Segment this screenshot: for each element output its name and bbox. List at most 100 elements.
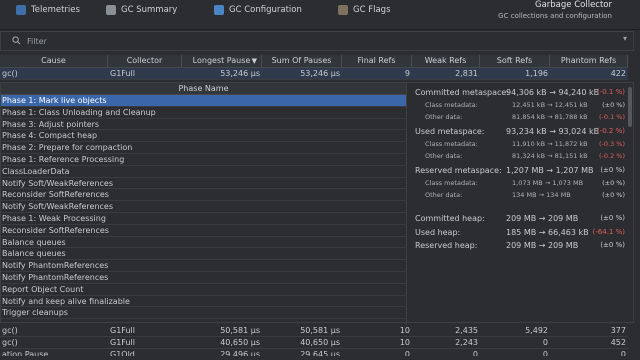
list-item[interactable]: Phase 2: Prepare for compaction [1, 142, 406, 154]
telemetries-icon [16, 5, 26, 15]
cell-cause: gc() [2, 326, 18, 335]
table-row[interactable]: gc() G1Full 53,246 µs 53,246 µs 9 2,831 … [0, 68, 628, 80]
detail-row-used-metaspace: Used metaspace: 93,234 kB → 93,024 kB (-… [411, 126, 625, 137]
page-title: Garbage Collector [534, 0, 612, 10]
popup-vertical-scrollbar[interactable] [628, 83, 633, 324]
gc-events-table: Cause Collector Longest Pause ▼ Sum Of P… [0, 55, 628, 80]
detail-value: 209 MB → 209 MB [506, 241, 579, 250]
list-item[interactable]: Report Object Count [1, 284, 406, 296]
column-header-weak-refs[interactable]: Weak Refs [412, 55, 480, 67]
list-item[interactable]: Balance queues [1, 248, 406, 261]
column-header-cause[interactable]: Cause [0, 55, 108, 67]
gc-flags-icon [338, 5, 348, 15]
cell-phantom-refs: 422 [610, 69, 626, 78]
table-row[interactable]: gc() G1Full 50,581 µs 50,581 µs 10 2,435… [0, 325, 628, 337]
list-item[interactable]: Phase 1: Weak Processing [1, 213, 406, 225]
detail-row-committed-metaspace: Committed metaspace: 94,306 kB → 94,240 … [411, 87, 625, 98]
list-item[interactable]: ClassLoaderData [1, 166, 406, 178]
column-header-longest-pause[interactable]: Longest Pause ▼ [182, 55, 262, 67]
cell-soft-refs: 1,196 [525, 69, 548, 78]
list-item[interactable]: Reconsider SoftReferences [1, 189, 406, 202]
list-item[interactable]: Notify PhantomReferences [1, 272, 406, 284]
table-row[interactable]: gc() G1Full 40,650 µs 40,650 µs 10 2,243… [0, 337, 628, 349]
detail-percent: (±0 %) [602, 179, 625, 187]
detail-row-reserved-heap: Reserved heap: 209 MB → 209 MB (±0 %) [411, 240, 625, 251]
detail-label: Committed heap: [415, 214, 485, 223]
detail-value: 209 MB → 209 MB [506, 214, 579, 223]
table-header: Cause Collector Longest Pause ▼ Sum Of P… [0, 55, 628, 68]
detail-value: 11,910 kB → 11,872 kB [512, 140, 588, 148]
gc-configuration-icon [214, 5, 224, 15]
detail-row-used-heap: Used heap: 185 MB → 66,463 kB (-64.1 %) [411, 227, 625, 238]
detail-value: 185 MB → 66,463 kB [506, 228, 589, 237]
detail-value: 93,234 kB → 93,024 kB [506, 127, 600, 136]
detail-value: 1,207 MB → 1,207 MB [506, 166, 594, 175]
cell-collector: G1Full [110, 69, 135, 78]
detail-label: Reserved metaspace: [415, 166, 502, 175]
cell-soft-refs: 5,492 [525, 326, 548, 335]
cell-longest-pause: 53,246 µs [220, 69, 260, 78]
detail-percent: (-0.1 %) [599, 113, 625, 121]
list-item[interactable]: Notify PhantomReferences [1, 260, 406, 272]
tab-gc-summary[interactable]: GC Summary [106, 3, 177, 17]
detail-row-class-metadata: Class metadata: 1,073 MB → 1,073 MB (±0 … [411, 178, 625, 189]
column-header-soft-refs[interactable]: Soft Refs [480, 55, 550, 67]
detail-percent: (±0 %) [600, 214, 625, 222]
detail-label: Used heap: [415, 228, 461, 237]
cell-collector: G1Full [110, 338, 135, 347]
detail-percent: (±0 %) [600, 241, 625, 249]
filter-dropdown-icon[interactable]: ▾ [623, 34, 627, 43]
phase-name-header[interactable]: Phase Name [1, 83, 406, 95]
scrollbar-thumb[interactable] [628, 87, 632, 127]
list-item[interactable]: Trigger cleanups [1, 307, 406, 320]
gc-events-table-continued: gc() G1Full 50,581 µs 50,581 µs 10 2,435… [0, 325, 628, 360]
detail-percent: (±0 %) [600, 166, 625, 174]
detail-value: 1,073 MB → 1,073 MB [512, 179, 584, 187]
list-item[interactable]: Phase 3: Adjust pointers [1, 119, 406, 131]
detail-percent: (±0 %) [602, 191, 625, 199]
list-item[interactable]: Notify and keep alive finalizable [1, 296, 406, 308]
detail-row-other-data: Other data: 134 MB → 134 MB (±0 %) [411, 190, 625, 201]
detail-percent: (-0.2 %) [597, 127, 625, 135]
cell-collector: G1Full [110, 326, 135, 335]
list-item[interactable]: Notify Soft/WeakReferences [1, 178, 406, 190]
tab-label: GC Configuration [229, 5, 302, 15]
tab-gc-configuration[interactable]: GC Configuration [214, 3, 302, 17]
detail-label: Other data: [425, 191, 463, 199]
column-header-sum-of-pauses[interactable]: Sum Of Pauses [262, 55, 342, 67]
column-header-final-refs[interactable]: Final Refs [342, 55, 412, 67]
list-item[interactable]: Phase 1: Mark live objects [1, 95, 406, 107]
filter-input[interactable] [27, 35, 617, 48]
table-horizontal-scrollbar[interactable] [0, 356, 628, 360]
list-item[interactable]: Phase 1: Class Unloading and Cleanup [1, 107, 406, 119]
list-item[interactable]: Notify Soft/WeakReferences [1, 201, 406, 213]
cell-cause: gc() [2, 69, 18, 78]
cell-sum-of-pauses: 53,246 µs [300, 69, 340, 78]
cell-phantom-refs: 452 [610, 338, 626, 347]
cell-soft-refs: 0 [542, 338, 548, 347]
tab-label: Telemetries [31, 5, 80, 15]
detail-value: 81,324 kB → 81,151 kB [512, 152, 588, 160]
column-header-collector[interactable]: Collector [108, 55, 182, 67]
detail-percent: (-0.3 %) [599, 140, 625, 148]
detail-row-reserved-metaspace: Reserved metaspace: 1,207 MB → 1,207 MB … [411, 165, 625, 176]
column-header-phantom-refs[interactable]: Phantom Refs [550, 55, 628, 67]
detail-row-class-metadata: Class metadata: 11,910 kB → 11,872 kB (-… [411, 139, 625, 150]
list-item[interactable]: Phase 1: Reference Processing [1, 154, 406, 166]
detail-value: 12,451 kB → 12,451 kB [512, 101, 588, 109]
cell-cause: gc() [2, 338, 18, 347]
cell-phantom-refs: 377 [610, 326, 626, 335]
detail-value: 94,306 kB → 94,240 kB [506, 88, 600, 97]
detail-row-class-metadata: Class metadata: 12,451 kB → 12,451 kB (±… [411, 100, 625, 111]
filter-bar: ▾ [0, 31, 634, 51]
cell-sum-of-pauses: 40,650 µs [300, 338, 340, 347]
list-item[interactable]: Reconsider SoftReferences [1, 225, 406, 237]
detail-row-other-data: Other data: 81,854 kB → 81,788 kB (-0.1 … [411, 112, 625, 123]
list-item[interactable]: Balance queues [1, 237, 406, 249]
cell-weak-refs: 2,243 [455, 338, 478, 347]
tab-gc-flags[interactable]: GC Flags [338, 3, 391, 17]
cell-final-refs: 10 [399, 338, 410, 347]
tab-telemetries[interactable]: Telemetries [16, 3, 80, 17]
gc-summary-icon [106, 5, 116, 15]
list-item[interactable]: Phase 4: Compact heap [1, 130, 406, 143]
